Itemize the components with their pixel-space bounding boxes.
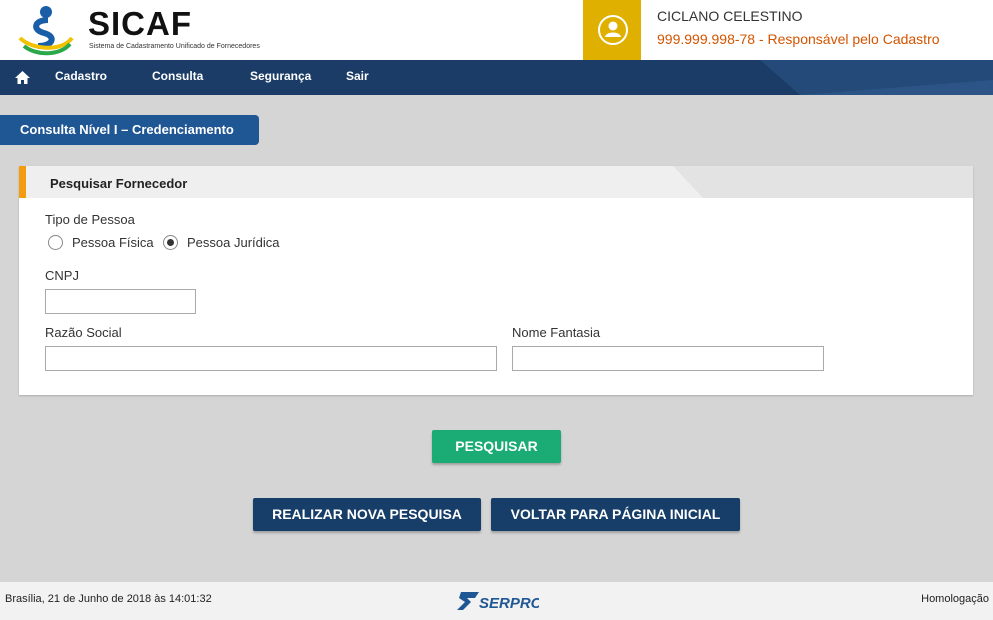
radio-selected-dot [167, 239, 174, 246]
app-name: SICAF [88, 5, 192, 42]
nav-item-sair[interactable]: Sair [346, 69, 369, 83]
nome-fantasia-input[interactable] [512, 346, 824, 371]
sicaf-logo-icon [18, 6, 74, 56]
search-button[interactable]: PESQUISAR [432, 430, 561, 463]
panel-header: Pesquisar Fornecedor [19, 166, 973, 198]
search-panel: Pesquisar Fornecedor Tipo de Pessoa Pess… [19, 166, 973, 395]
main-navbar: Cadastro Consulta Segurança Sair [0, 60, 993, 95]
serpro-logo-text: SERPRO [479, 595, 539, 612]
razao-social-input[interactable] [45, 346, 497, 371]
pessoa-fisica-label[interactable]: Pessoa Física [72, 235, 154, 250]
nome-fantasia-label: Nome Fantasia [512, 325, 601, 340]
user-role: 999.999.998-78 - Responsável pelo Cadast… [657, 31, 940, 47]
footer: Brasília, 21 de Junho de 2018 às 14:01:3… [0, 582, 993, 620]
user-name: CICLANO CELESTINO [657, 8, 803, 24]
home-icon[interactable] [14, 69, 31, 86]
radio-pessoa-fisica[interactable] [48, 235, 63, 250]
back-home-button[interactable]: VOLTAR PARA PÁGINA INICIAL [491, 498, 740, 531]
radio-pessoa-juridica[interactable] [163, 235, 178, 250]
panel-header-decoration [673, 166, 973, 198]
nav-item-seguranca[interactable]: Segurança [250, 69, 311, 83]
new-search-button[interactable]: REALIZAR NOVA PESQUISA [253, 498, 481, 531]
cnpj-label: CNPJ [45, 268, 79, 283]
page-title-tab: Consulta Nível I – Credenciamento [0, 115, 259, 145]
navbar-decoration [760, 60, 993, 95]
pessoa-juridica-label[interactable]: Pessoa Jurídica [187, 235, 280, 250]
app-subtitle: Sistema de Cadastramento Unificado de Fo… [89, 43, 260, 50]
environment-label: Homologação [921, 593, 989, 605]
app-header: SICAF Sistema de Cadastramento Unificado… [0, 0, 993, 60]
tipo-pessoa-label: Tipo de Pessoa [45, 212, 135, 227]
footer-datetime: Brasília, 21 de Junho de 2018 às 14:01:3… [5, 593, 212, 605]
razao-social-label: Razão Social [45, 325, 122, 340]
serpro-logo-icon: SERPRO [457, 592, 539, 612]
panel-title: Pesquisar Fornecedor [50, 176, 188, 191]
nav-item-cadastro[interactable]: Cadastro [55, 69, 107, 83]
user-icon [598, 15, 628, 45]
nav-item-consulta[interactable]: Consulta [152, 69, 203, 83]
cnpj-input[interactable] [45, 289, 196, 314]
